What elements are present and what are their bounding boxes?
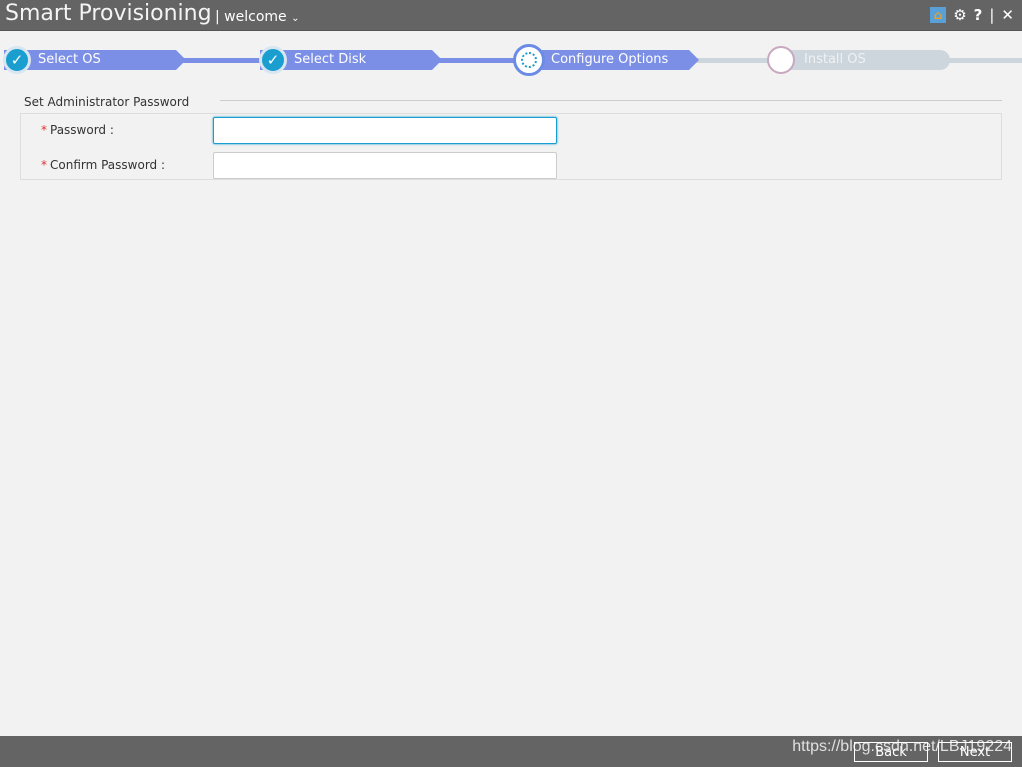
password-input[interactable] <box>213 117 557 144</box>
gear-icon[interactable]: ⚙ <box>953 6 966 24</box>
step-connector <box>945 58 1022 63</box>
step-label: Select OS <box>38 52 101 67</box>
confirm-label-text: Confirm Password : <box>50 158 166 172</box>
step-label: Install OS <box>804 52 866 67</box>
check-icon: ✓ <box>3 46 31 74</box>
step-label: Configure Options <box>551 52 669 67</box>
step-select-disk: Select Disk <box>260 50 442 70</box>
section-title: Set Administrator Password <box>24 95 190 109</box>
step-connector <box>692 58 772 63</box>
footer-bar: Back Next https://blog.csdn.net/LBJ19224 <box>0 736 1022 767</box>
step-label: Select Disk <box>294 52 367 67</box>
check-icon: ✓ <box>259 46 287 74</box>
password-form: * Password : * Confirm Password : <box>20 113 1002 180</box>
pending-circle-icon <box>767 46 795 74</box>
confirm-password-label: * Confirm Password : <box>41 158 165 172</box>
divider: | <box>989 6 995 24</box>
confirm-password-input[interactable] <box>213 152 557 179</box>
wizard-steps: Select OS ✓ Select Disk ✓ Configure Opti… <box>0 44 1022 76</box>
step-select-os: Select OS <box>4 50 186 70</box>
user-label: | welcome <box>215 9 287 25</box>
app-title: Smart Provisioning <box>5 1 212 26</box>
required-mark: * <box>41 158 47 172</box>
home-icon[interactable]: ⌂ <box>930 7 947 23</box>
step-install-os: Install OS <box>770 50 950 70</box>
password-label-text: Password : <box>50 123 114 137</box>
password-label: * Password : <box>41 123 114 137</box>
step-connector <box>180 58 260 63</box>
required-mark: * <box>41 123 47 137</box>
back-button[interactable]: Back <box>854 742 928 762</box>
close-icon[interactable]: ✕ <box>1001 6 1014 24</box>
help-icon[interactable]: ? <box>974 6 983 24</box>
next-button[interactable]: Next <box>938 742 1012 762</box>
title-bar: Smart Provisioning | welcome ⌄ ⌂ ⚙ ? | ✕ <box>0 0 1022 31</box>
chevron-down-icon: ⌄ <box>291 13 300 24</box>
user-menu[interactable]: | welcome ⌄ <box>215 9 299 25</box>
step-connector <box>436 58 516 63</box>
in-progress-icon <box>513 44 545 76</box>
divider <box>220 100 1002 101</box>
